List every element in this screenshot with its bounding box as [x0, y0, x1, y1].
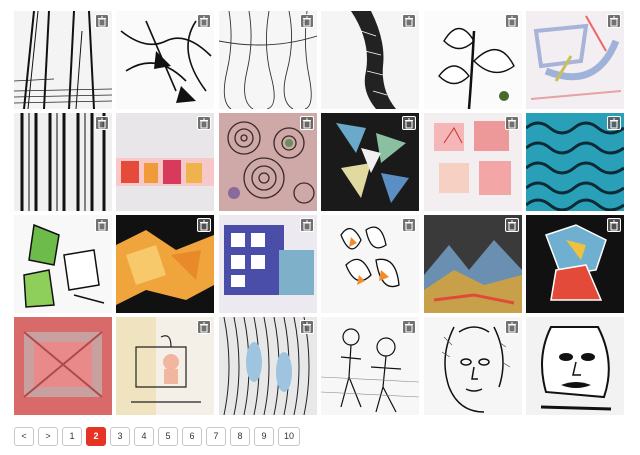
prev-page-button[interactable]: <: [14, 427, 34, 446]
artwork-thumbnail[interactable]: [218, 317, 317, 415]
artwork-thumbnail[interactable]: [218, 113, 317, 211]
artwork-thumbnail[interactable]: [321, 113, 420, 211]
trash-icon[interactable]: [402, 218, 417, 232]
artwork-thumbnail[interactable]: [423, 215, 522, 313]
page-button[interactable]: 6: [182, 427, 202, 446]
artwork-thumbnail[interactable]: [14, 11, 112, 109]
artwork-thumbnail[interactable]: [321, 11, 420, 109]
page-button[interactable]: 1: [62, 427, 82, 446]
trash-icon[interactable]: [197, 14, 212, 28]
trash-icon[interactable]: [95, 116, 109, 130]
artwork-thumbnail[interactable]: [116, 113, 215, 211]
artwork-thumbnail[interactable]: [218, 215, 317, 313]
artwork-thumbnail[interactable]: [321, 215, 420, 313]
page-button[interactable]: 9: [254, 427, 274, 446]
page-button[interactable]: 3: [110, 427, 130, 446]
trash-icon[interactable]: [299, 320, 314, 334]
artwork-thumbnail[interactable]: [525, 317, 624, 415]
trash-icon[interactable]: [299, 218, 314, 232]
artwork-thumbnail[interactable]: [321, 317, 420, 415]
trash-icon[interactable]: [402, 14, 417, 28]
artwork-thumbnail[interactable]: [525, 215, 624, 313]
page-button[interactable]: 7: [206, 427, 226, 446]
artwork-thumbnail[interactable]: [423, 11, 522, 109]
artwork-gallery: [14, 11, 624, 415]
artwork-image: [525, 317, 624, 415]
trash-icon[interactable]: [504, 116, 519, 130]
page-button-current[interactable]: 2: [86, 427, 106, 446]
trash-icon[interactable]: [606, 116, 621, 130]
trash-icon[interactable]: [197, 116, 212, 130]
artwork-thumbnail[interactable]: [14, 317, 112, 415]
trash-icon[interactable]: [402, 116, 417, 130]
trash-icon[interactable]: [197, 218, 212, 232]
artwork-image: [14, 317, 112, 415]
next-page-button[interactable]: >: [38, 427, 58, 446]
trash-icon[interactable]: [606, 14, 621, 28]
page-button[interactable]: 4: [134, 427, 154, 446]
artwork-thumbnail[interactable]: [423, 317, 522, 415]
artwork-thumbnail[interactable]: [116, 11, 215, 109]
trash-icon[interactable]: [606, 218, 621, 232]
page-button[interactable]: 5: [158, 427, 178, 446]
trash-icon[interactable]: [504, 218, 519, 232]
trash-icon[interactable]: [299, 14, 314, 28]
artwork-thumbnail[interactable]: [116, 317, 215, 415]
artwork-thumbnail[interactable]: [14, 215, 112, 313]
pagination: < > 1 2 3 4 5 6 7 8 9 10: [14, 427, 300, 446]
trash-icon[interactable]: [402, 320, 417, 334]
page-button[interactable]: 8: [230, 427, 250, 446]
artwork-thumbnail[interactable]: [525, 113, 624, 211]
artwork-thumbnail[interactable]: [423, 113, 522, 211]
artwork-thumbnail[interactable]: [525, 11, 624, 109]
trash-icon[interactable]: [95, 14, 109, 28]
artwork-thumbnail[interactable]: [14, 113, 112, 211]
trash-icon[interactable]: [504, 14, 519, 28]
trash-icon[interactable]: [504, 320, 519, 334]
artwork-thumbnail[interactable]: [218, 11, 317, 109]
page-button[interactable]: 10: [278, 427, 300, 446]
trash-icon[interactable]: [197, 320, 212, 334]
trash-icon[interactable]: [95, 218, 109, 232]
trash-icon[interactable]: [299, 116, 314, 130]
artwork-thumbnail[interactable]: [116, 215, 215, 313]
